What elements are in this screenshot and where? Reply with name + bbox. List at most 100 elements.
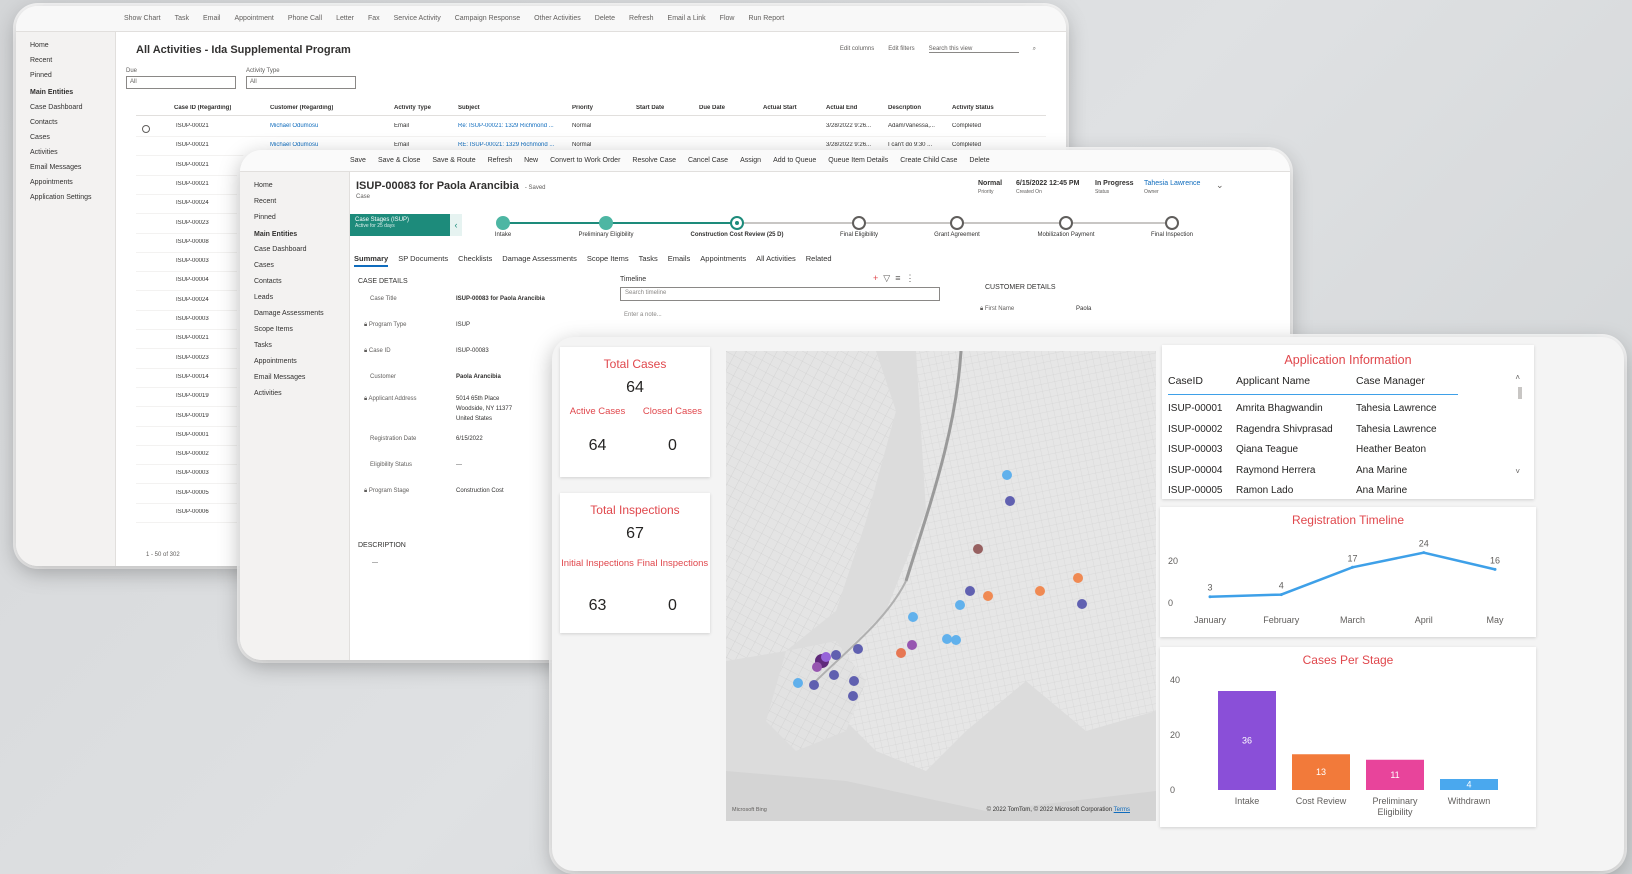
nav-case-dashboard[interactable]: Case Dashboard (16, 100, 115, 115)
edit-columns-button[interactable]: Edit columns (840, 46, 874, 53)
map-marker[interactable] (809, 680, 819, 690)
data-point[interactable] (1422, 551, 1426, 555)
cmd-phone-call[interactable]: Phone Call (288, 15, 322, 22)
list-icon[interactable]: ≡ (895, 273, 900, 283)
row-checkbox[interactable] (144, 275, 152, 283)
map-marker[interactable] (896, 648, 906, 658)
cmd-resolve-case[interactable]: Resolve Case (632, 157, 676, 164)
row-checkbox[interactable] (144, 256, 152, 264)
row-case-id[interactable]: ISUP-00021 (176, 123, 209, 129)
row-checkbox[interactable] (144, 372, 152, 380)
map-marker[interactable] (1073, 573, 1083, 583)
scroll-up-icon[interactable]: ˄ (1515, 373, 1520, 382)
stage-mobilization[interactable]: Mobilization Payment (1037, 232, 1094, 238)
row-customer[interactable]: Michael Odumosu (270, 123, 318, 129)
tab-emails[interactable]: Emails (668, 254, 691, 267)
row-case-id[interactable]: ISUP-00004 (176, 277, 209, 283)
col-case-id[interactable]: Case ID (Regarding) (174, 105, 231, 111)
row-checkbox[interactable] (144, 295, 152, 303)
data-point[interactable] (1493, 567, 1497, 571)
nav-scope-items[interactable]: Scope Items (240, 322, 349, 338)
map-terms-link[interactable]: Terms (1114, 807, 1130, 813)
row-case-id[interactable]: ISUP-00008 (176, 239, 209, 245)
field-program-stage[interactable]: Construction Cost (456, 488, 504, 494)
cmd-refresh[interactable]: Refresh (629, 15, 654, 22)
stage-dot-final-inspection[interactable] (1165, 216, 1179, 230)
application-info-card[interactable]: Application Information CaseID Applicant… (1162, 345, 1534, 499)
field-address-line1[interactable]: 5014 65th Place (456, 396, 499, 402)
cmd-delete[interactable]: Delete (969, 157, 989, 164)
map-marker[interactable] (812, 662, 822, 672)
nav-leads[interactable]: Leads (240, 290, 349, 306)
tab-related[interactable]: Related (806, 254, 832, 267)
tab-appointments[interactable]: Appointments (700, 254, 746, 267)
registration-timeline-card[interactable]: Registration Timeline 0 20 3 January 4 Februa… (1160, 507, 1536, 637)
col-caseid[interactable]: CaseID (1168, 375, 1203, 387)
nav-tasks[interactable]: Tasks (240, 338, 349, 354)
stage-dot-construction[interactable] (730, 216, 744, 230)
row-case-id[interactable]: ISUP-00003 (176, 316, 209, 322)
row-case-id[interactable]: ISUP-00001 (176, 432, 209, 438)
map-marker[interactable] (973, 544, 983, 554)
row-checkbox[interactable] (144, 140, 152, 148)
cmd-flow[interactable]: Flow (720, 15, 735, 22)
data-point[interactable] (1208, 595, 1212, 599)
row-checkbox[interactable] (144, 353, 152, 361)
map-marker[interactable] (908, 612, 918, 622)
map-marker[interactable] (829, 670, 839, 680)
row-checkbox[interactable] (144, 391, 152, 399)
stage-preliminary[interactable]: Preliminary Eligibility (578, 232, 633, 238)
nav-pinned[interactable]: Pinned (240, 210, 349, 226)
map-marker[interactable] (853, 644, 863, 654)
nav-activities[interactable]: Activities (240, 386, 349, 402)
nav-recent[interactable]: Recent (16, 53, 115, 68)
row-checkbox[interactable] (144, 449, 152, 457)
nav-appointments[interactable]: Appointments (16, 175, 115, 190)
map-marker[interactable] (1002, 470, 1012, 480)
row-checkbox[interactable] (144, 411, 152, 419)
total-cases-card[interactable]: Total Cases 64 Active Cases Closed Cases… (560, 347, 710, 477)
tab-damage-assessments[interactable]: Damage Assessments (502, 254, 577, 267)
nav-contacts[interactable]: Contacts (240, 274, 349, 290)
map-marker[interactable] (907, 640, 917, 650)
row-checkbox[interactable] (144, 218, 152, 226)
col-case-manager[interactable]: Case Manager (1356, 375, 1425, 387)
tab-checklists[interactable]: Checklists (458, 254, 492, 267)
row-checkbox[interactable] (144, 430, 152, 438)
activity-type-filter-select[interactable]: All (246, 76, 356, 89)
search-icon[interactable]: ⌕ (1033, 46, 1036, 53)
header-owner-value[interactable]: Tahesia Lawrence (1144, 180, 1200, 187)
map-marker[interactable] (942, 634, 952, 644)
row-case-id[interactable]: ISUP-00023 (176, 220, 209, 226)
cmd-assign[interactable]: Assign (740, 157, 761, 164)
add-icon[interactable]: + (873, 273, 878, 283)
col-actual-end[interactable]: Actual End (826, 105, 857, 111)
col-customer[interactable]: Customer (Regarding) (270, 105, 333, 111)
col-description[interactable]: Description (888, 105, 921, 111)
map-marker[interactable] (1005, 496, 1015, 506)
row-case-id[interactable]: ISUP-00005 (176, 490, 209, 496)
list-item[interactable]: ISUP-00004 Raymond Herrera Ana Marine (1168, 465, 1468, 485)
col-due-date[interactable]: Due Date (699, 105, 725, 111)
nav-home[interactable]: Home (16, 38, 115, 53)
field-program-type[interactable]: ISUP (456, 322, 470, 328)
field-description[interactable]: --- (372, 560, 378, 566)
map-marker[interactable] (831, 650, 841, 660)
col-start-date[interactable]: Start Date (636, 105, 664, 111)
map-marker[interactable] (965, 586, 975, 596)
row-checkbox[interactable] (144, 160, 152, 168)
stage-dot-mobilization[interactable] (1059, 216, 1073, 230)
more-icon[interactable]: ⋮ (906, 273, 915, 283)
tab-sp-documents[interactable]: SP Documents (398, 254, 448, 267)
stage-dot-grant[interactable] (950, 216, 964, 230)
cmd-convert-work-order[interactable]: Convert to Work Order (550, 157, 620, 164)
nav-application-settings[interactable]: Application Settings (16, 190, 115, 205)
col-subject[interactable]: Subject (458, 105, 480, 111)
col-applicant-name[interactable]: Applicant Name (1236, 375, 1310, 387)
map-marker[interactable] (1077, 599, 1087, 609)
cmd-delete[interactable]: Delete (595, 15, 615, 22)
nav-cases[interactable]: Cases (16, 130, 115, 145)
list-item[interactable]: ISUP-00001 Amrita Bhagwandin Tahesia Lawre… (1168, 403, 1468, 423)
row-case-id[interactable]: ISUP-00014 (176, 374, 209, 380)
row-checkbox[interactable] (144, 198, 152, 206)
